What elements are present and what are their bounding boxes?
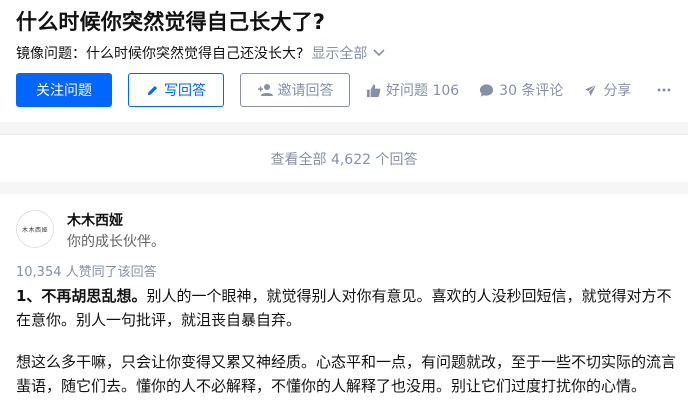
author-name[interactable]: 木木西娅 bbox=[67, 210, 123, 230]
comments-label: 30 条评论 bbox=[499, 83, 564, 99]
more-button[interactable] bbox=[657, 88, 676, 92]
show-all-label: 显示全部 bbox=[311, 46, 368, 62]
invite-answer-label: 邀请回答 bbox=[277, 83, 334, 99]
share-button[interactable]: 分享 bbox=[583, 80, 631, 100]
vote-count: 10,354 人赞同了该回答 bbox=[16, 265, 157, 280]
view-all-answers-link[interactable]: 查看全部 4,622 个回答 bbox=[0, 149, 688, 169]
avatar[interactable]: 木木西娅 bbox=[16, 210, 54, 248]
share-label: 分享 bbox=[603, 83, 632, 99]
thumbs-up-icon bbox=[366, 83, 381, 97]
pencil-icon bbox=[147, 85, 158, 95]
question-title: 什么时候你突然觉得自己长大了? bbox=[16, 10, 326, 34]
mirror-question: 镜像问题：什么时候你突然觉得自己还没长大? 显示全部 bbox=[16, 43, 386, 63]
mirror-question-link[interactable]: 镜像问题：什么时候你突然觉得自己还没长大? bbox=[16, 43, 303, 63]
good-question-button[interactable]: 好问题 106 bbox=[366, 80, 459, 100]
answer-card: 木木西娅 木木西娅 你的成长伙伴。 10,354 人赞同了该回答 1、不再胡思乱… bbox=[0, 194, 688, 408]
show-all-button[interactable]: 显示全部 bbox=[311, 43, 386, 63]
write-answer-button[interactable]: 写回答 bbox=[128, 73, 224, 107]
add-user-icon bbox=[257, 84, 273, 96]
write-answer-label: 写回答 bbox=[164, 83, 206, 99]
answer-paragraph-1: 1、不再胡思乱想。别人的一个眼神，就觉得别人对你有意见。喜欢的人没秒回短信，就觉… bbox=[16, 284, 676, 332]
view-all-card: 查看全部 4,622 个回答 bbox=[0, 134, 688, 182]
author-bio: 你的成长伙伴。 bbox=[67, 234, 165, 250]
good-question-label: 好问题 106 bbox=[386, 83, 460, 99]
avatar-text: 木木西娅 bbox=[21, 226, 48, 234]
question-header: 什么时候你突然觉得自己长大了? 镜像问题：什么时候你突然觉得自己还没长大? 显示… bbox=[0, 0, 688, 122]
invite-answer-button[interactable]: 邀请回答 bbox=[240, 73, 350, 107]
comment-icon bbox=[480, 83, 494, 97]
comments-button[interactable]: 30 条评论 bbox=[479, 80, 563, 100]
answer-point-heading: 1、不再胡思乱想。 bbox=[16, 287, 147, 305]
answer-paragraph-2: 想这么多干嘛，只会让你变得又累又神经质。心态平和一点，有问题就改，至于一些不切实… bbox=[16, 353, 677, 395]
share-icon bbox=[583, 82, 599, 98]
more-icon bbox=[657, 88, 671, 92]
chevron-down-icon bbox=[373, 49, 386, 57]
question-actions: 关注问题 写回答 邀请回答 好问题 106 30 条评论 分享 bbox=[16, 73, 676, 107]
follow-question-button[interactable]: 关注问题 bbox=[16, 73, 112, 107]
